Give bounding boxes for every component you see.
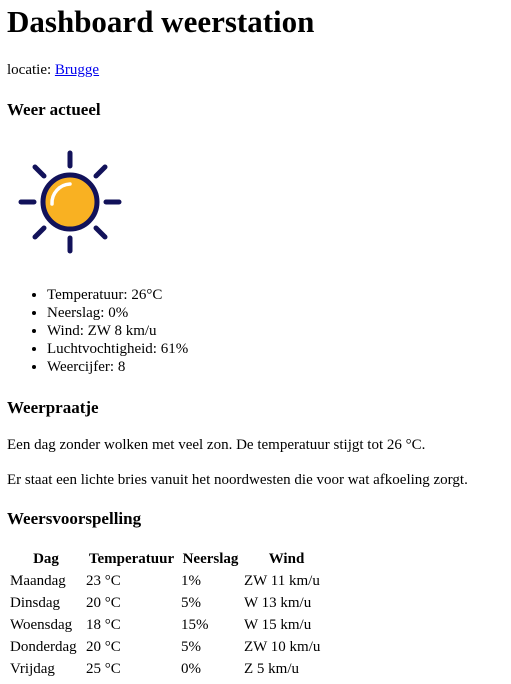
forecast-heading: Weersvoorspelling [7, 509, 142, 528]
cell-precipitation: 15% [181, 617, 209, 633]
cell-day: Maandag [10, 573, 66, 589]
column-header-temperature: Temperatuur [88, 551, 175, 567]
stat-precipitation: Neerslag: 0% [47, 304, 188, 322]
location-label: locatie: [7, 62, 55, 78]
cell-precipitation: 5% [181, 639, 201, 655]
stat-temperature: Temperatuur: 26°C [47, 286, 188, 304]
cell-wind: ZW 11 km/u [244, 573, 320, 589]
cell-temperature: 25 °C [86, 661, 121, 677]
weather-talk-heading: Weerpraatje [7, 398, 99, 417]
table-row: Woensdag 18 °C 15% W 15 km/u [9, 615, 330, 635]
table-row: Donderdag 20 °C 5% ZW 10 km/u [9, 637, 330, 657]
page-title: Dashboard weerstation [7, 4, 315, 39]
current-weather-list: Temperatuur: 26°C Neerslag: 0% Wind: ZW … [7, 286, 188, 376]
cell-day: Vrijdag [10, 661, 55, 677]
cell-precipitation: 0% [181, 661, 201, 677]
cell-day: Donderdag [10, 639, 77, 655]
location-line: locatie: Brugge [7, 60, 99, 80]
cell-day: Woensdag [10, 617, 73, 633]
weather-talk-paragraph: Een dag zonder wolken met veel zon. De t… [7, 437, 426, 453]
cell-day: Dinsdag [10, 595, 60, 611]
stat-wind: Wind: ZW 8 km/u [47, 322, 188, 340]
cell-wind: Z 5 km/u [244, 661, 299, 677]
forecast-table: Dag Temperatuur Neerslag Wind Maandag 23… [7, 547, 332, 681]
table-row: Maandag 23 °C 1% ZW 11 km/u [9, 571, 330, 591]
cell-wind: W 15 km/u [244, 617, 312, 633]
cell-precipitation: 1% [181, 573, 201, 589]
cell-temperature: 18 °C [86, 617, 121, 633]
stat-weather-score: Weercijfer: 8 [47, 358, 188, 376]
cell-temperature: 23 °C [86, 573, 121, 589]
current-weather-heading: Weer actueel [7, 100, 101, 119]
cell-precipitation: 5% [181, 595, 201, 611]
location-link[interactable]: Brugge [55, 62, 99, 78]
stat-humidity: Luchtvochtigheid: 61% [47, 340, 188, 358]
sun-icon [18, 150, 122, 254]
column-header-day: Dag [33, 551, 59, 567]
table-row: Vrijdag 25 °C 0% Z 5 km/u [9, 659, 330, 679]
weather-talk-paragraph: Er staat een lichte bries vanuit het noo… [7, 472, 468, 488]
table-header-row: Dag Temperatuur Neerslag Wind [9, 549, 330, 569]
column-header-wind: Wind [268, 551, 305, 567]
column-header-precipitation: Neerslag [182, 551, 239, 567]
table-row: Dinsdag 20 °C 5% W 13 km/u [9, 593, 330, 613]
cell-wind: ZW 10 km/u [244, 639, 321, 655]
cell-temperature: 20 °C [86, 639, 121, 655]
cell-wind: W 13 km/u [244, 595, 312, 611]
cell-temperature: 20 °C [86, 595, 121, 611]
